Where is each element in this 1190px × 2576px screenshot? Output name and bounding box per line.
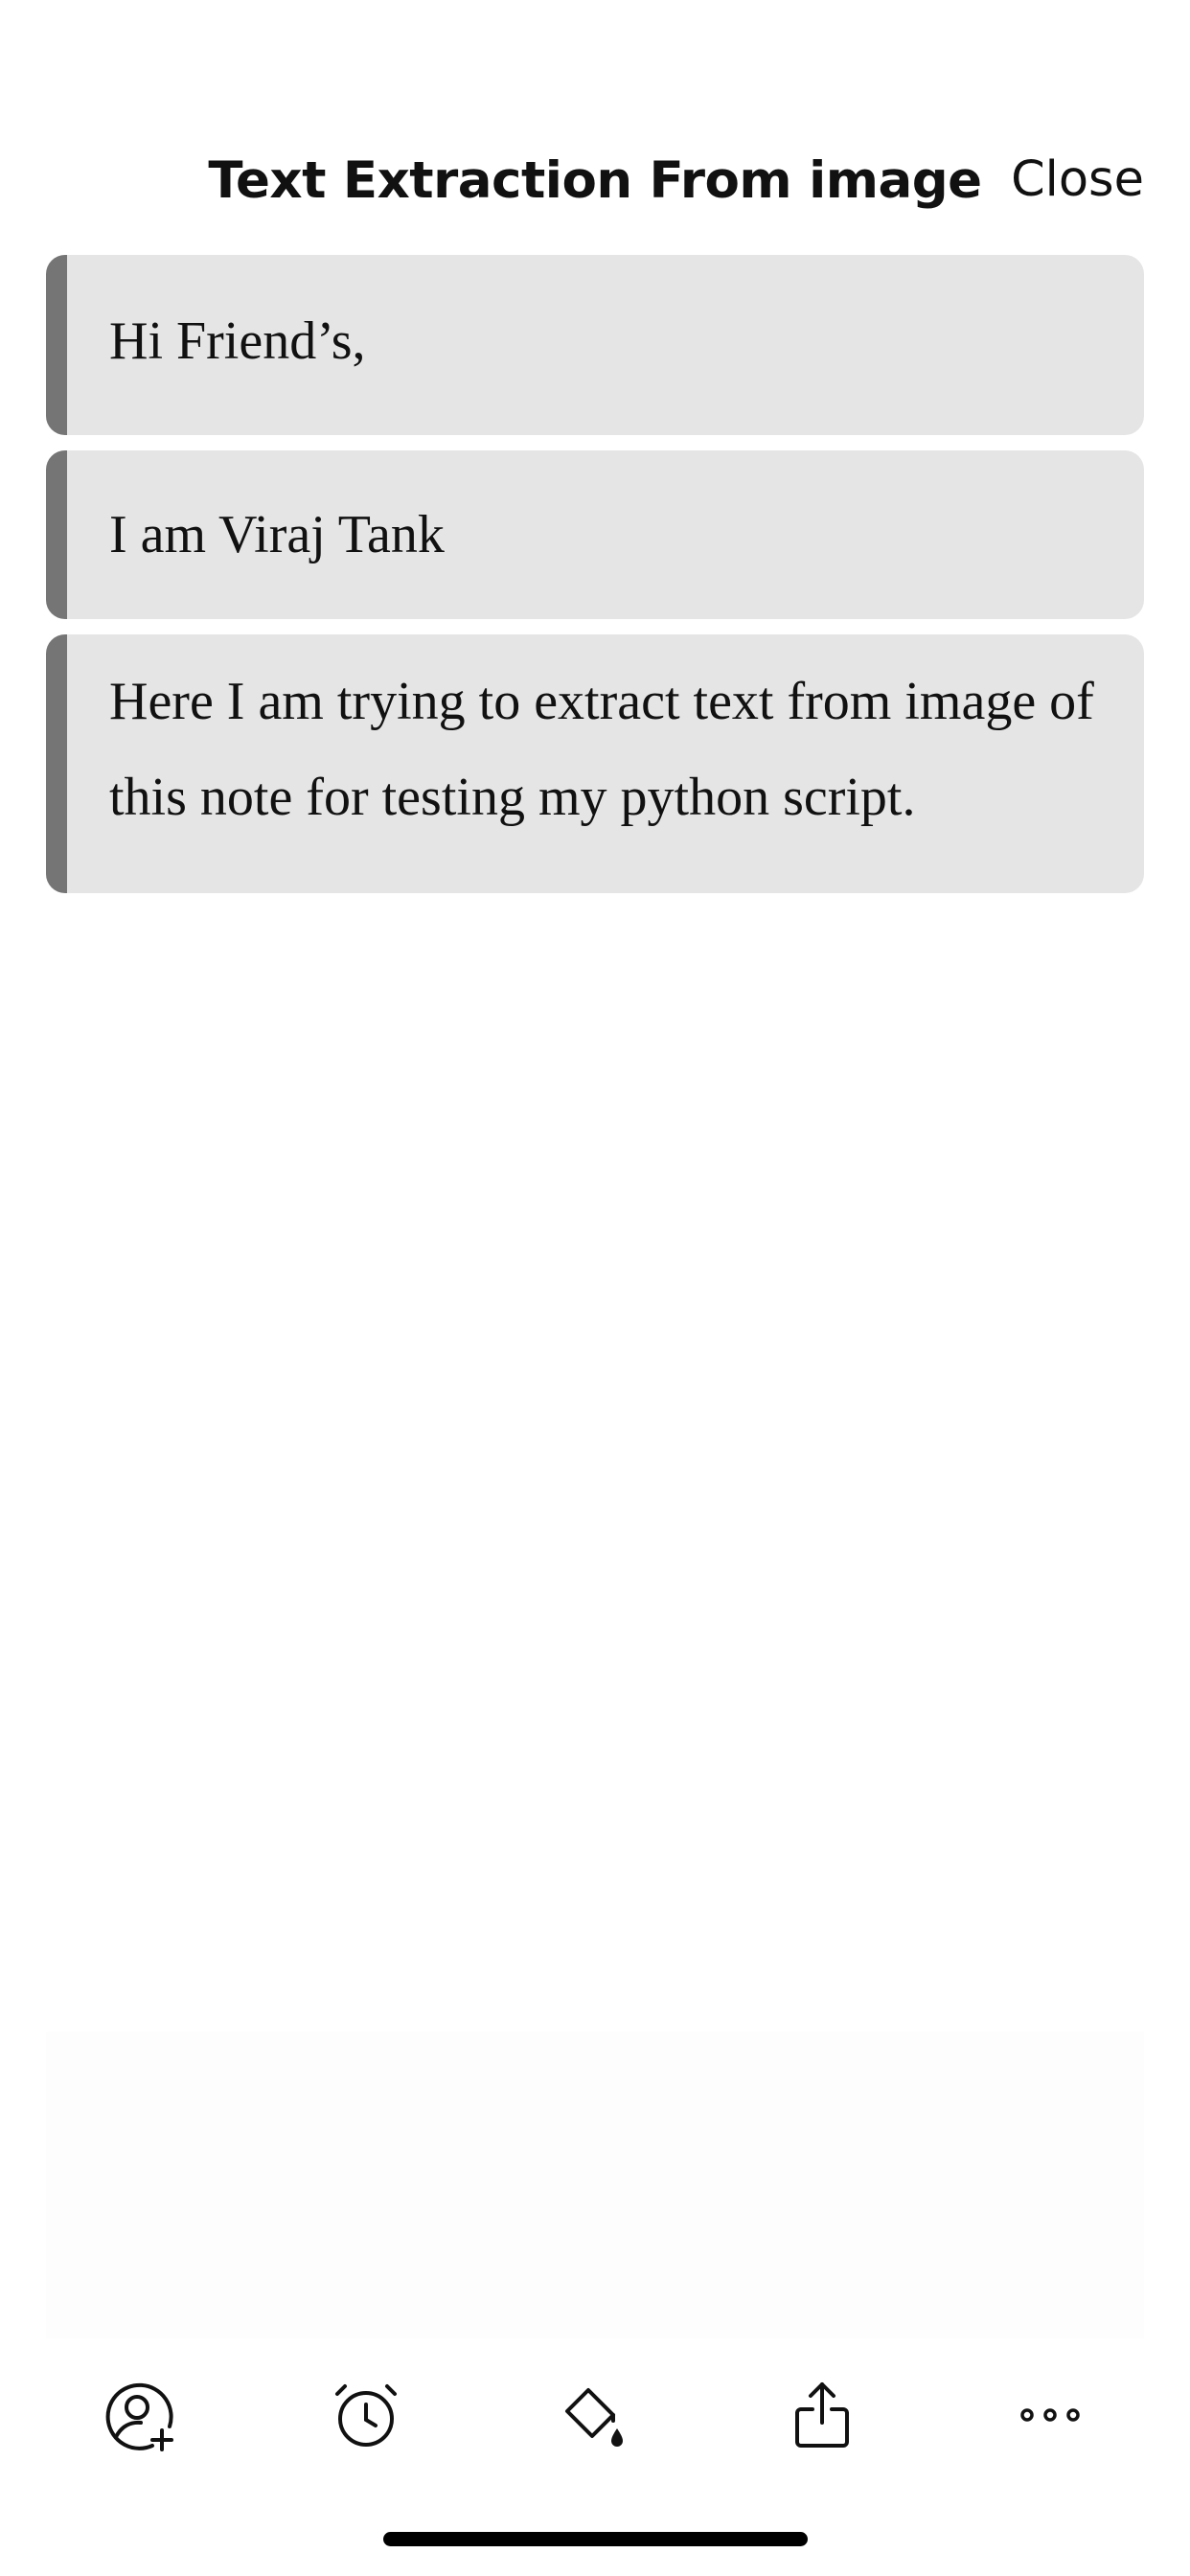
- note-block[interactable]: Hi Friend’s,: [46, 255, 1144, 435]
- add-collaborator-button[interactable]: [81, 2358, 196, 2472]
- block-accent-bar: [46, 634, 67, 893]
- share-icon: [795, 2382, 849, 2448]
- block-accent-bar: [46, 450, 67, 619]
- note-block[interactable]: I am Viraj Tank: [46, 450, 1144, 619]
- share-button[interactable]: [765, 2358, 880, 2472]
- header: Text Extraction From image Close: [0, 134, 1190, 230]
- more-icon: [1020, 2408, 1080, 2422]
- close-button[interactable]: Close: [1011, 151, 1144, 208]
- alarm-clock-icon: [335, 2384, 397, 2447]
- note-block-text: Here I am trying to extract text from im…: [109, 672, 1094, 827]
- note-block-text: I am Viraj Tank: [109, 505, 445, 564]
- note-blocks: Hi Friend’s, I am Viraj Tank Here I am t…: [46, 255, 1144, 908]
- background-color-button[interactable]: [537, 2358, 652, 2472]
- add-collaborator-icon: [105, 2382, 173, 2451]
- home-indicator[interactable]: [383, 2532, 808, 2546]
- note-block-text: Hi Friend’s,: [109, 311, 366, 371]
- compose-area[interactable]: [46, 2032, 1144, 2338]
- bottom-toolbar: [0, 2358, 1190, 2472]
- paint-bucket-icon: [565, 2388, 623, 2447]
- note-block[interactable]: Here I am trying to extract text from im…: [46, 634, 1144, 893]
- more-options-button[interactable]: [993, 2358, 1108, 2472]
- block-accent-bar: [46, 255, 67, 435]
- reminder-button[interactable]: [309, 2358, 423, 2472]
